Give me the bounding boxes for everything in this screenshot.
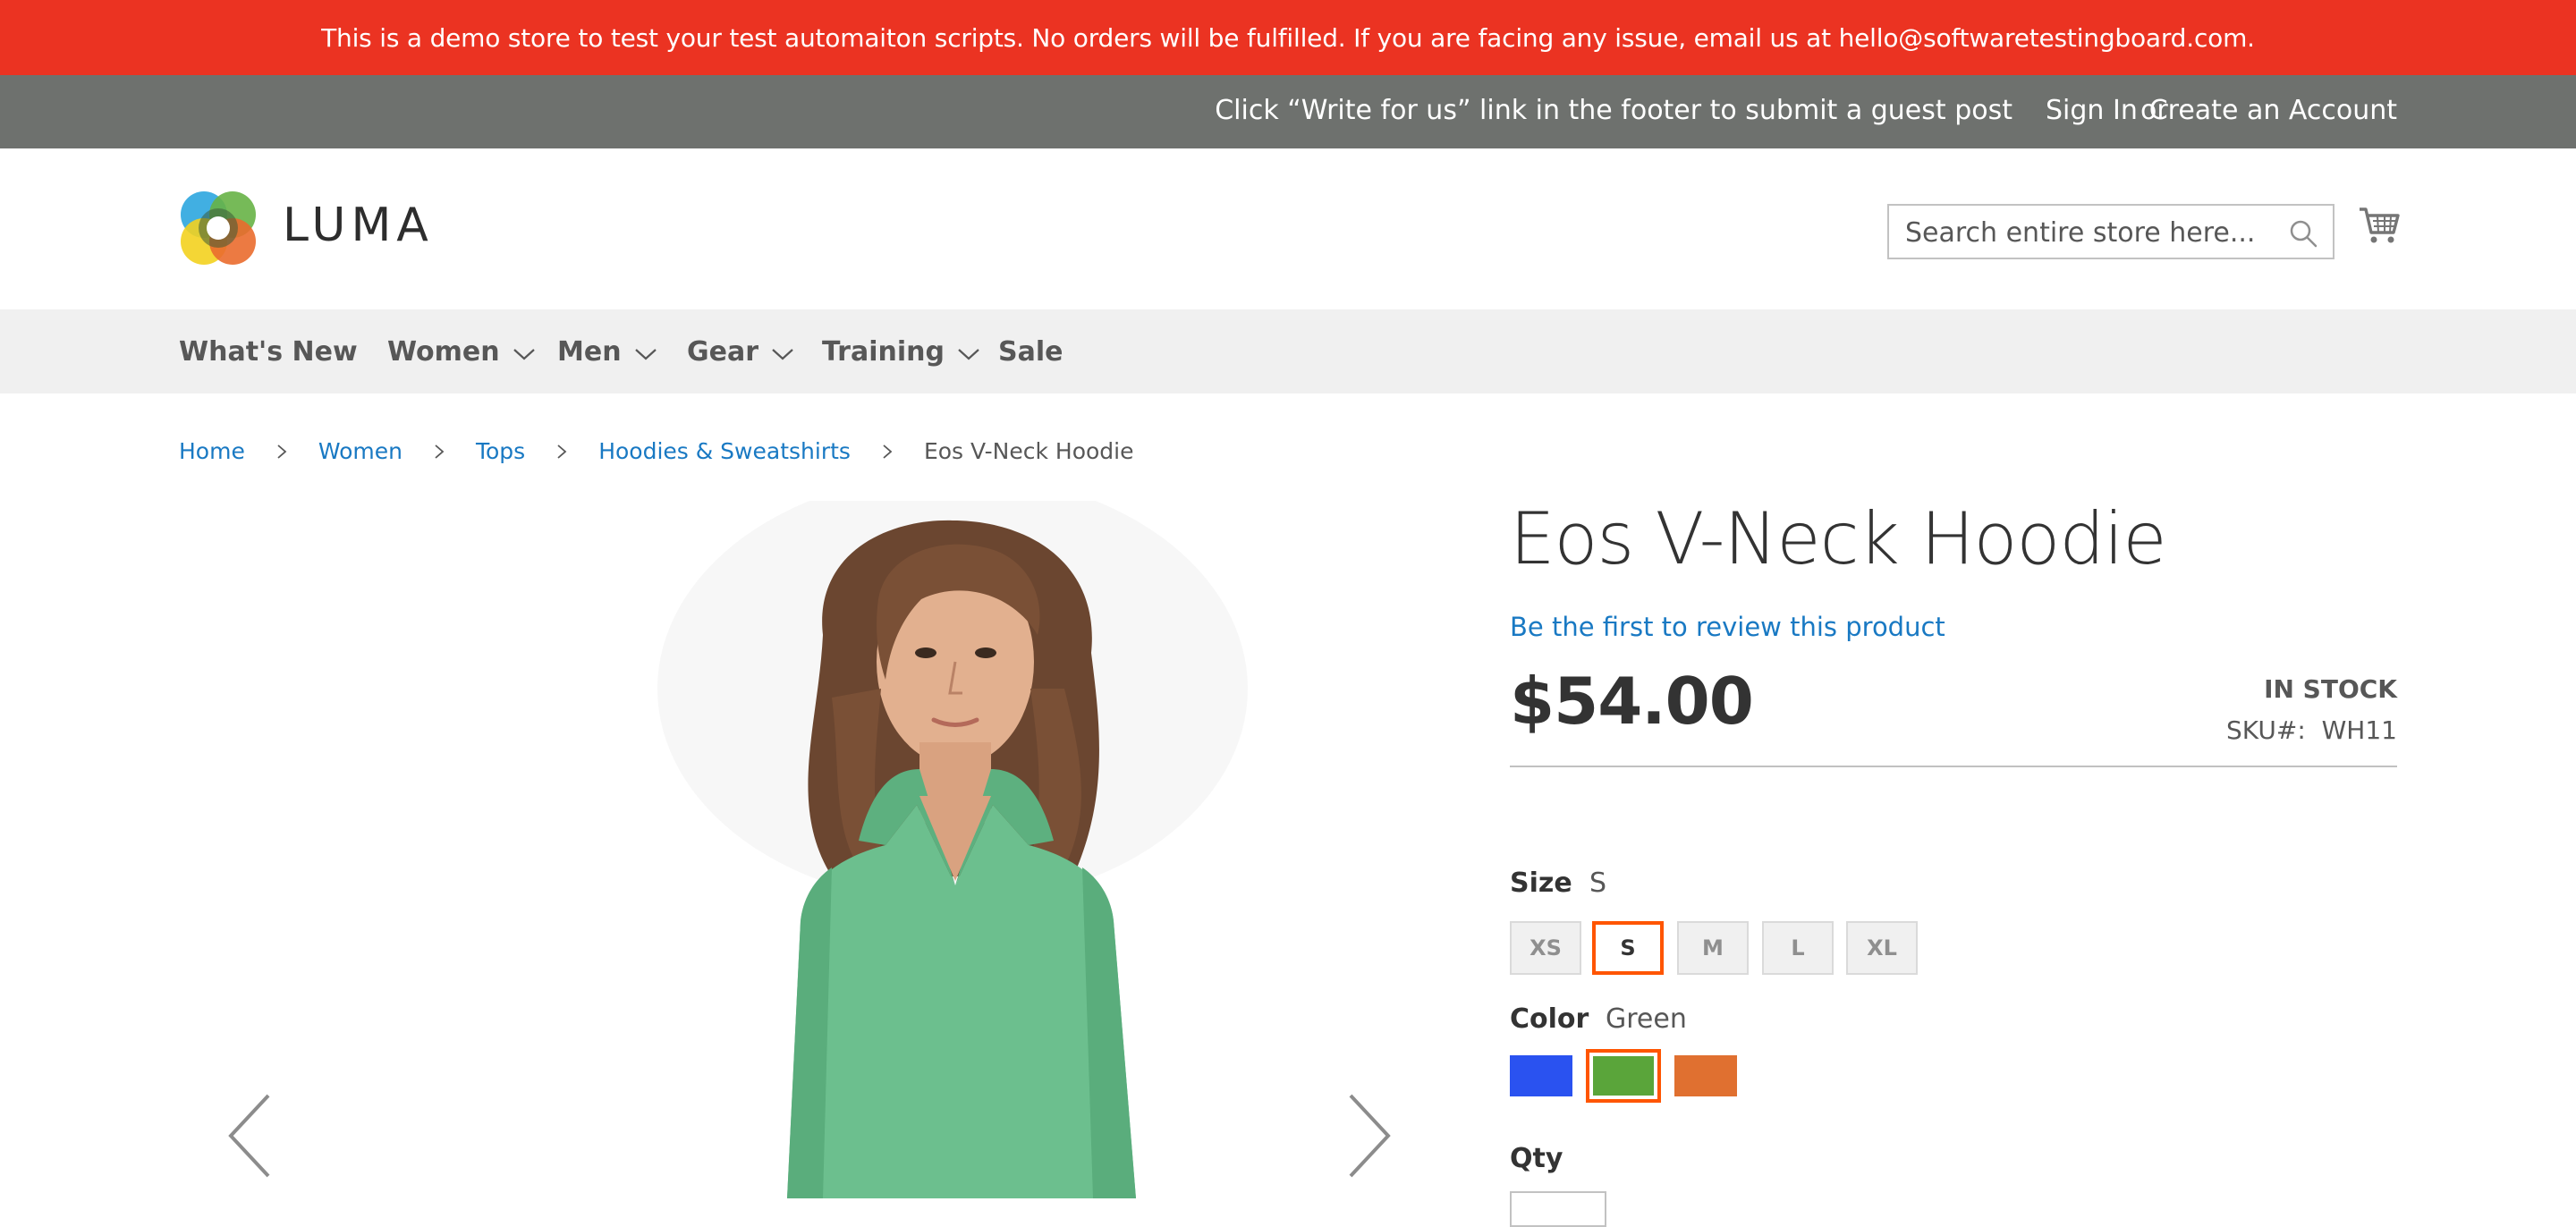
breadcrumb-hoodies-sweatshirts[interactable]: Hoodies & Sweatshirts <box>598 438 851 464</box>
breadcrumb-home[interactable]: Home <box>179 438 245 464</box>
size-option-l[interactable]: L <box>1762 921 1834 975</box>
chevron-down-icon <box>772 348 793 360</box>
breadcrumb: Home Women Tops Hoodies & Sweatshirts Eo… <box>179 438 1134 464</box>
chevron-down-icon <box>958 348 979 360</box>
breadcrumb-women[interactable]: Women <box>318 438 402 464</box>
sku-value: WH11 <box>2321 715 2397 745</box>
size-option-xl[interactable]: XL <box>1846 921 1918 975</box>
product-sku: SKU#: WH11 <box>2226 715 2397 745</box>
size-option-xs[interactable]: XS <box>1510 921 1581 975</box>
qty-input[interactable] <box>1510 1191 1606 1227</box>
color-option-blue[interactable] <box>1510 1055 1572 1096</box>
cart-icon[interactable] <box>2358 204 2401 247</box>
main-navigation: What's New Women Men Gear Training Sale <box>0 309 2576 393</box>
search-icon[interactable] <box>2288 218 2318 249</box>
color-label: Color <box>1510 1003 1589 1035</box>
nav-item-label: Women <box>387 336 500 368</box>
nav-item-women[interactable]: Women <box>387 336 536 368</box>
color-selected-value: Green <box>1606 1003 1687 1035</box>
logo-text: LUMA <box>283 199 434 252</box>
divider <box>1510 766 2397 767</box>
previous-image-arrow-icon[interactable] <box>224 1091 277 1180</box>
product-image[interactable] <box>564 501 1342 1198</box>
search-box[interactable] <box>1887 204 2334 259</box>
size-option-s[interactable]: S <box>1592 921 1664 975</box>
chevron-right-icon <box>277 444 287 459</box>
nav-item-label: Gear <box>687 336 759 368</box>
top-panel: Click “Write for us” link in the footer … <box>0 75 2576 148</box>
nav-item-label: Sale <box>998 336 1063 368</box>
nav-item-training[interactable]: Training <box>822 336 980 368</box>
sign-in-link[interactable]: Sign In <box>2046 95 2138 126</box>
chevron-right-icon <box>435 444 445 459</box>
nav-item-label: What's New <box>179 336 358 368</box>
search-input[interactable] <box>1905 215 2272 250</box>
review-link[interactable]: Be the first to review this product <box>1510 612 1945 642</box>
color-option-green[interactable] <box>1586 1049 1661 1103</box>
chevron-down-icon <box>513 348 535 360</box>
nav-item-gear[interactable]: Gear <box>687 336 794 368</box>
chevron-right-icon <box>883 444 893 459</box>
nav-item-men[interactable]: Men <box>557 336 657 368</box>
size-selected-value: S <box>1589 867 1607 899</box>
nav-item-label: Men <box>557 336 622 368</box>
guest-post-message: Click “Write for us” link in the footer … <box>1215 95 2012 126</box>
sku-label: SKU#: <box>2226 715 2306 745</box>
product-gallery <box>179 501 1413 1198</box>
nav-item-label: Training <box>822 336 945 368</box>
next-image-arrow-icon[interactable] <box>1342 1091 1395 1180</box>
breadcrumb-tops[interactable]: Tops <box>476 438 525 464</box>
product-price: $54.00 <box>1510 664 1754 739</box>
size-option-m[interactable]: M <box>1677 921 1749 975</box>
luma-logo-icon <box>181 191 256 265</box>
stock-status: IN STOCK <box>2264 674 2397 704</box>
chevron-right-icon <box>557 444 567 459</box>
nav-item-sale[interactable]: Sale <box>998 336 1063 368</box>
nav-item-whats-new[interactable]: What's New <box>179 336 358 368</box>
qty-label: Qty <box>1510 1143 1563 1174</box>
size-label: Size <box>1510 867 1572 899</box>
color-option-orange[interactable] <box>1674 1055 1737 1096</box>
demo-notice-banner: This is a demo store to test your test a… <box>0 0 2576 75</box>
breadcrumb-current: Eos V-Neck Hoodie <box>923 438 1134 464</box>
chevron-down-icon <box>634 348 657 360</box>
product-title: Eos V-Neck Hoodie <box>1510 497 2167 580</box>
demo-notice-text: This is a demo store to test your test a… <box>321 22 2255 53</box>
create-account-link[interactable]: Create an Account <box>2149 95 2397 126</box>
